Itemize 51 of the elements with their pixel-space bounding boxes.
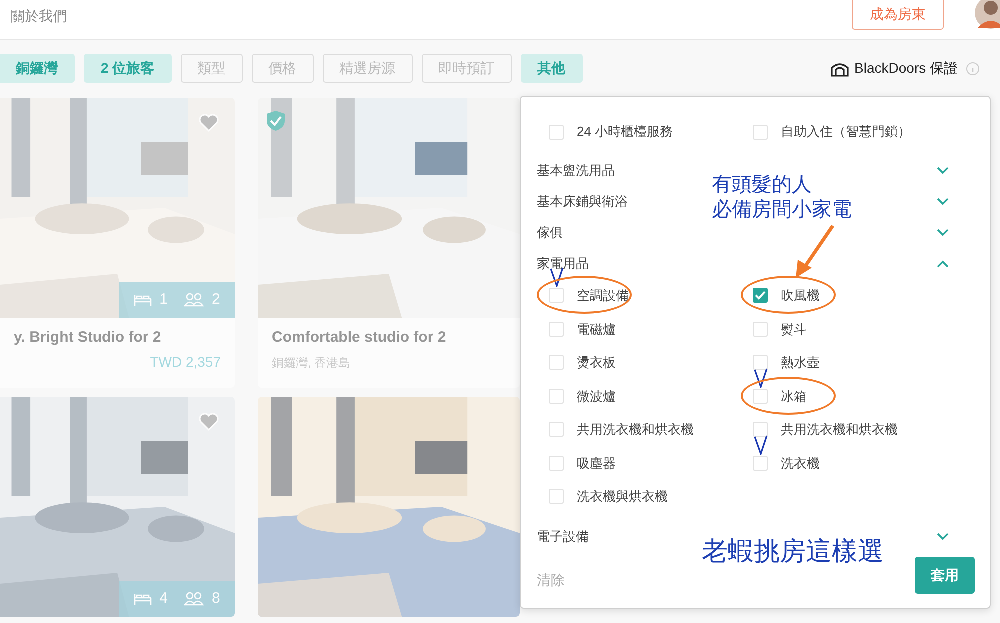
check-icon <box>755 291 766 300</box>
listing-title: Comfortable studio for 2 <box>272 328 448 348</box>
option-label: 共用洗衣機和烘衣機 <box>577 421 694 439</box>
info-icon <box>966 62 980 76</box>
option-label: 共用洗衣機和烘衣機 <box>781 421 898 439</box>
section-label[interactable]: 家電用品 <box>537 254 589 274</box>
option-label: 洗衣機與烘衣機 <box>577 488 668 506</box>
people-icon <box>184 592 204 606</box>
section-label[interactable]: 基本床鋪與衛浴 <box>537 192 628 212</box>
handwritten-note: 有頭髮的人 必備房間小家電 <box>712 172 852 222</box>
option-label: 空調設備 <box>577 287 629 305</box>
filter-chip[interactable]: 類型 <box>180 54 243 83</box>
listing-title: y. Bright Studio for 2 <box>14 328 162 348</box>
filter-chip[interactable]: 其他 <box>520 54 583 83</box>
filter-chip[interactable]: 銅鑼灣 <box>0 54 75 83</box>
filter-chip[interactable]: 2 位旅客 <box>84 54 172 83</box>
checkbox[interactable] <box>753 288 768 304</box>
option-label: 熨斗 <box>781 320 807 338</box>
avatar-icon <box>974 0 1000 30</box>
guest-count: 8 <box>212 588 220 609</box>
guest-count: 2 <box>212 290 220 310</box>
house-icon <box>830 60 849 76</box>
about-link[interactable]: 關於我們 <box>11 6 67 27</box>
section-label[interactable]: 傢俱 <box>537 222 563 242</box>
become-host-button[interactable]: 成為房東 <box>852 0 944 30</box>
option-label: 微波爐 <box>577 388 616 406</box>
bed-count: 4 <box>160 588 168 609</box>
bed-icon <box>134 592 152 606</box>
section-label[interactable]: 電子設備 <box>537 527 589 547</box>
option-label: 吹風機 <box>781 287 820 305</box>
listing-card[interactable]: 1 2 y. Bright Studio for 2 TWD 2,357 <box>0 98 235 388</box>
listing-price: TWD 2,357 <box>149 352 221 372</box>
people-icon <box>184 293 204 307</box>
option-label: 燙衣板 <box>577 354 616 372</box>
option-label: 電磁爐 <box>577 320 616 338</box>
filter-chip[interactable]: 精選房源 <box>322 54 413 83</box>
handwritten-caption: 老蝦挑房這樣選 <box>702 536 884 569</box>
apply-button[interactable]: 套用 <box>915 557 975 594</box>
option-label: 冰箱 <box>781 388 807 406</box>
guarantee-label: BlackDoors 保證 <box>854 59 958 78</box>
filter-chip[interactable]: 價格 <box>252 54 314 83</box>
option-label: 自助入住（智慧門鎖） <box>781 123 911 142</box>
bed-icon <box>134 293 152 307</box>
clear-button[interactable]: 清除 <box>537 570 565 591</box>
option-label: 熱水壺 <box>781 354 820 372</box>
option-label: 24 小時櫃檯服務 <box>577 123 674 142</box>
section-label[interactable]: 基本盥洗用品 <box>537 160 615 180</box>
filter-chip[interactable]: 即時預訂 <box>422 54 512 83</box>
option-label: 吸塵器 <box>577 454 616 472</box>
option-label: 洗衣機 <box>781 454 820 472</box>
bed-count: 1 <box>160 290 168 310</box>
